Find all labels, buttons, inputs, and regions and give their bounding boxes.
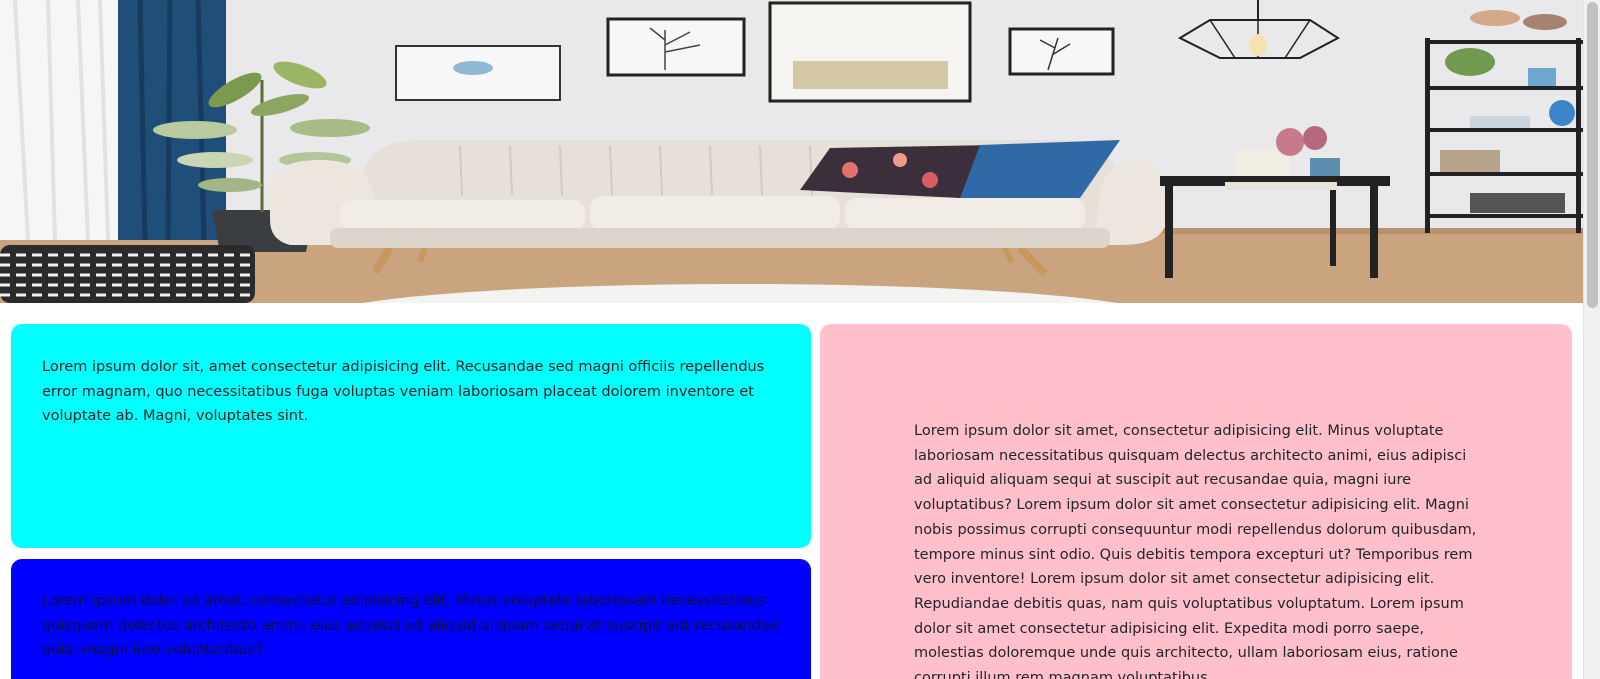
blue-card-text: Lorem ipsum dolor sit amet, consectetur …	[42, 593, 779, 659]
cyan-content-card: Lorem ipsum dolor sit, amet consectetur …	[11, 324, 811, 548]
cyan-card-text: Lorem ipsum dolor sit, amet consectetur …	[42, 359, 765, 425]
patterned-pouf	[0, 245, 255, 303]
scrollbar-thumb[interactable]	[1587, 2, 1598, 308]
pink-card-text: Lorem ipsum dolor sit amet, consectetur …	[914, 423, 1477, 679]
pink-content-card: Lorem ipsum dolor sit amet, consectetur …	[820, 324, 1572, 679]
page-scrollbar[interactable]	[1583, 0, 1600, 679]
living-room-illustration	[0, 0, 1583, 303]
hero-image	[0, 0, 1583, 303]
blue-content-card: Lorem ipsum dolor sit amet, consectetur …	[11, 559, 811, 679]
